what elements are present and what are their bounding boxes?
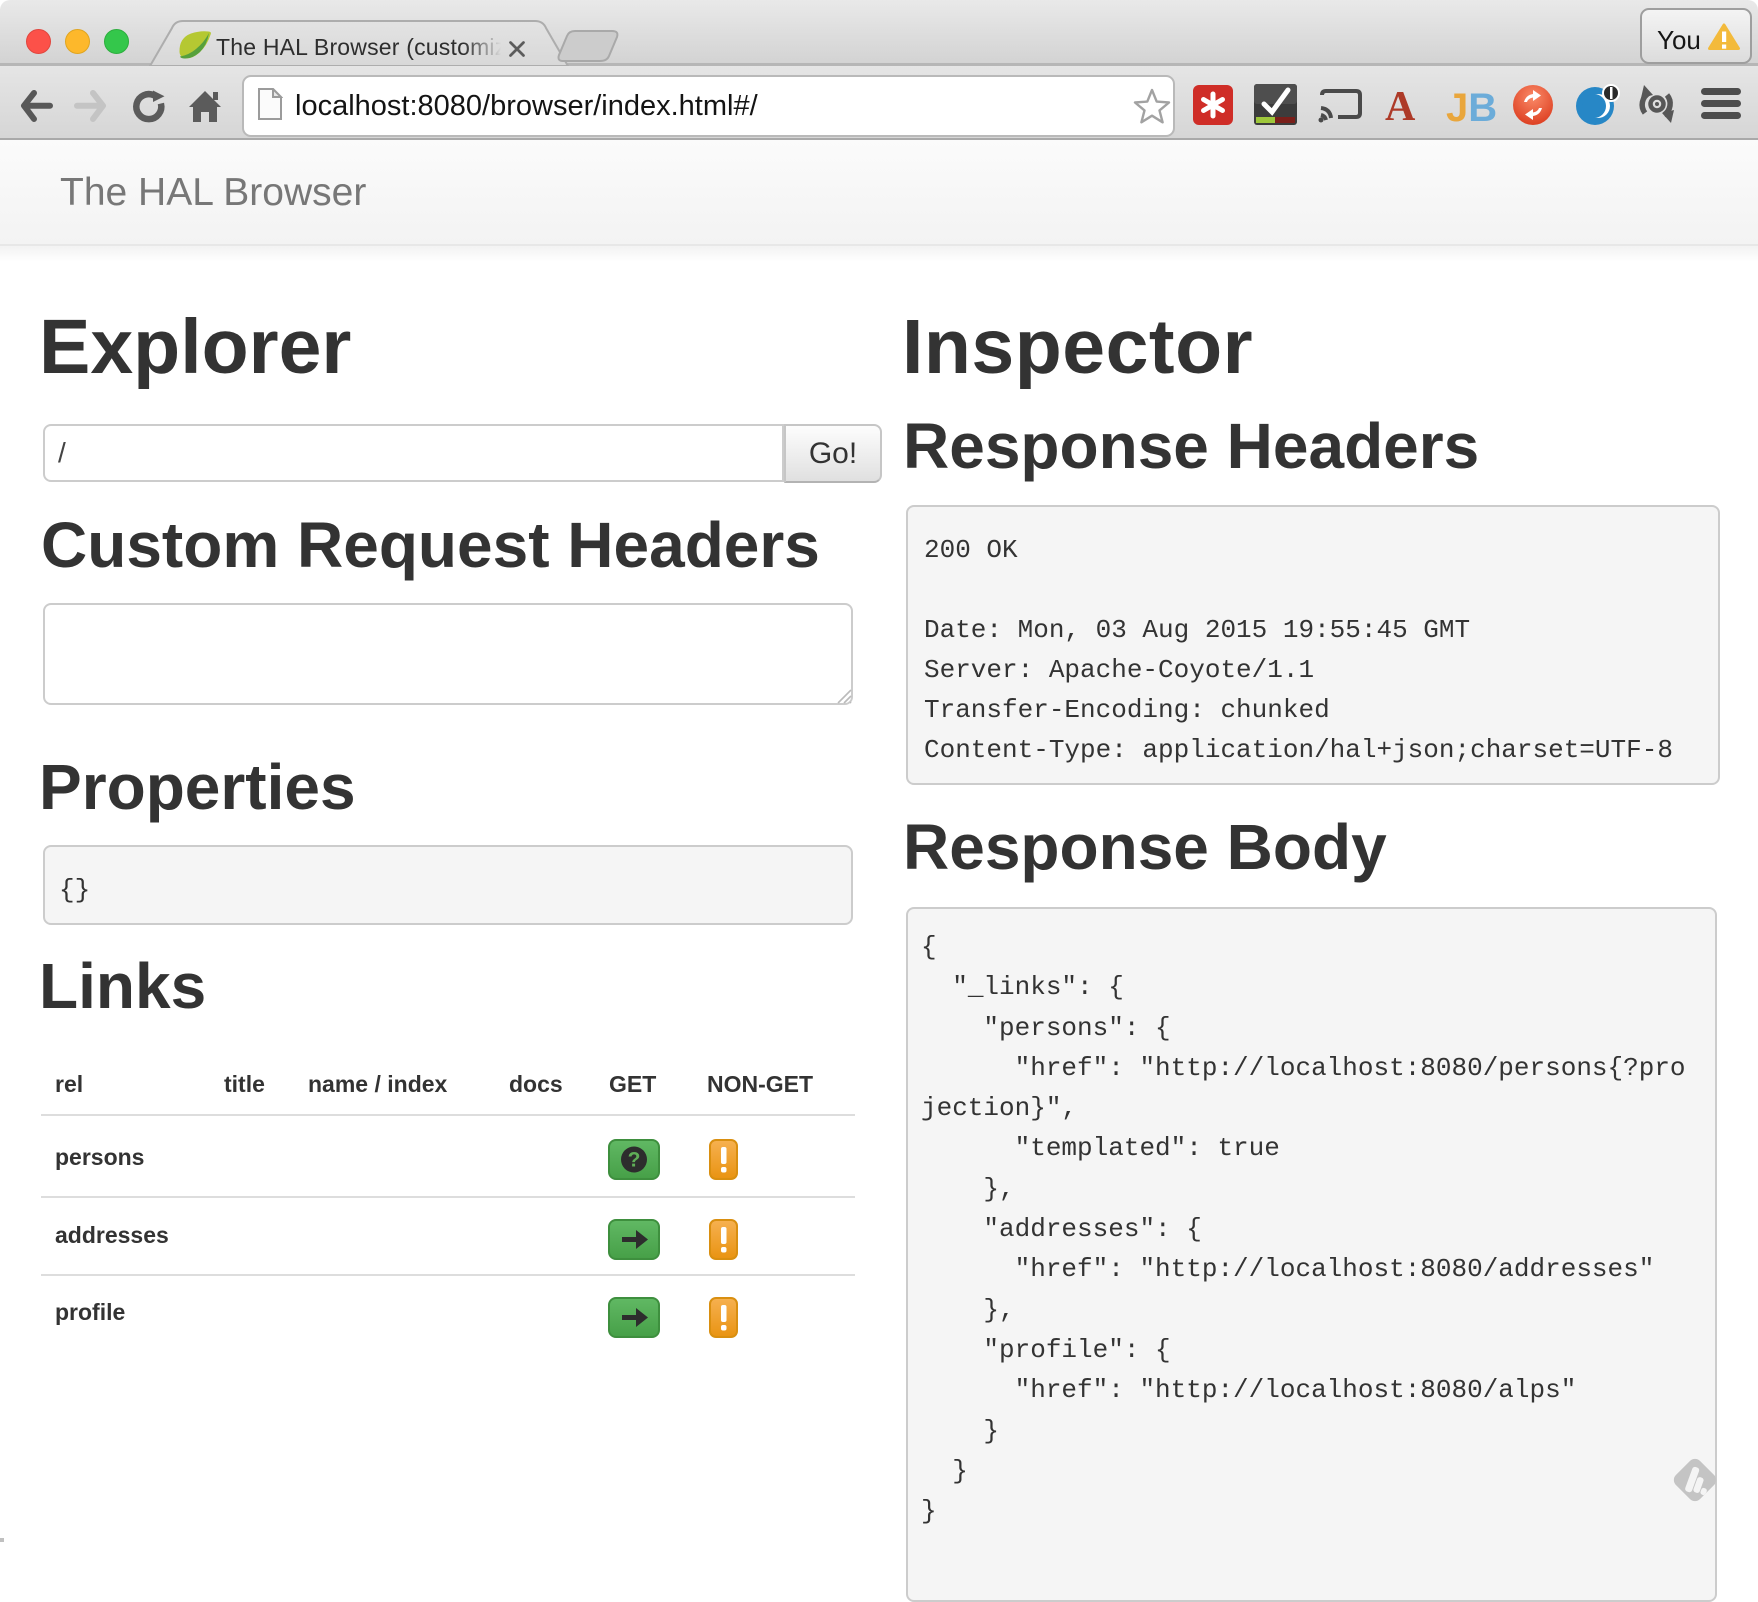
svg-text:?: ?: [628, 1149, 641, 1172]
